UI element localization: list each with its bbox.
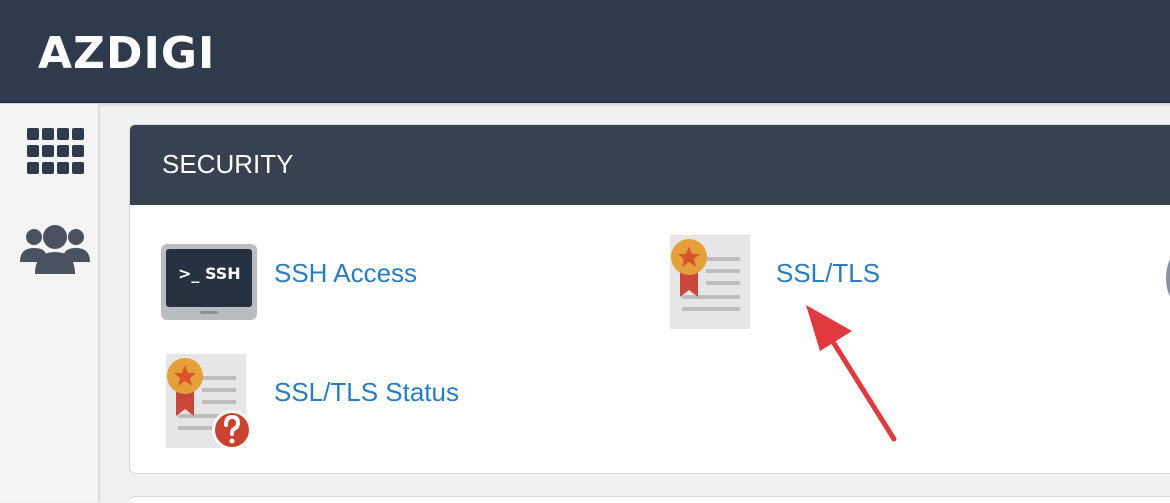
users-icon[interactable] <box>20 224 90 280</box>
ssh-icon-text: >_ SSH <box>178 264 241 283</box>
ssh-terminal-icon: >_ SSH <box>160 243 258 325</box>
grid-icon[interactable] <box>27 128 85 182</box>
ssl-tls-link[interactable]: SSL/TLS <box>776 257 880 289</box>
certificate-question-icon <box>166 354 256 456</box>
ssh-access-link[interactable]: SSH Access <box>274 257 417 289</box>
panel-title: SECURITY <box>162 149 294 179</box>
brand-logo[interactable]: AZDIGI <box>38 26 215 82</box>
annotation-arrow <box>790 295 910 459</box>
panel-header: SECURITY <box>130 125 1170 205</box>
top-bar: AZDIGI <box>0 0 1170 103</box>
top-bar-shadow <box>0 103 1170 107</box>
ssh-access-item[interactable]: >_ SSH SSH Access <box>160 243 430 323</box>
certificate-icon <box>670 235 752 333</box>
ssl-tls-status-item[interactable]: SSL/TLS Status <box>166 354 466 452</box>
ssl-tls-status-link[interactable]: SSL/TLS Status <box>274 376 459 408</box>
security-panel: SECURITY >_ SSH SSH Access SSL/TLS SSL/T… <box>129 124 1170 474</box>
side-navigation <box>0 104 100 502</box>
